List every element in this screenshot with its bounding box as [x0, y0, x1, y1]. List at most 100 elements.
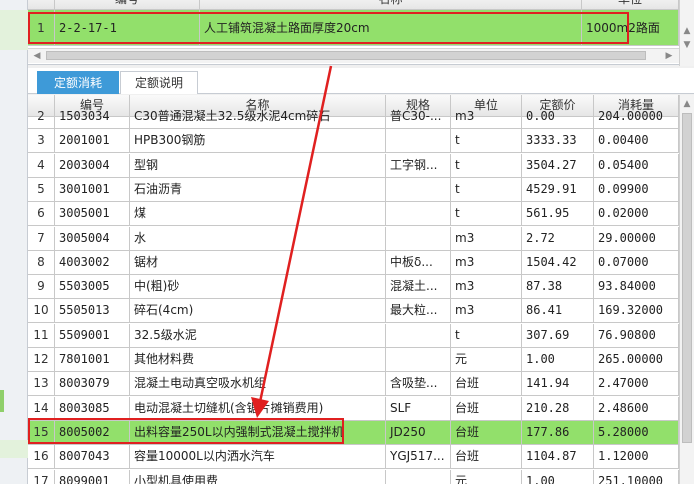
table-row[interactable]: 4 2003004 型钢 工字钢... t 3504.27 0.05400	[28, 153, 679, 178]
table-row[interactable]: 17 8099001 小型机具使用费 元 1.00 251.10000	[28, 469, 679, 484]
row-unit[interactable]: 台班	[451, 445, 522, 470]
row-unit[interactable]: 元	[451, 348, 522, 372]
row-qty[interactable]: 0.05400	[594, 153, 679, 178]
row-spec[interactable]	[386, 469, 451, 484]
row-name[interactable]: 石油沥青	[130, 177, 386, 202]
tab-quota-description[interactable]: 定额说明	[120, 71, 198, 94]
row-qty[interactable]: 265.00000	[594, 348, 679, 372]
row-price[interactable]: 0.00	[522, 105, 594, 129]
row-unit[interactable]: m3	[451, 226, 522, 251]
row-code[interactable]: 8003085	[55, 396, 130, 421]
table-row[interactable]: 3 2001001 HPB300钢筋 t 3333.33 0.00400	[28, 129, 679, 154]
row-name[interactable]: 32.5级水泥	[130, 323, 386, 348]
row-price[interactable]: 3333.33	[522, 129, 594, 154]
row-price[interactable]: 1.00	[522, 469, 594, 484]
table-row[interactable]: 16 8007043 容量10000L以内洒水汽车 YGJ517... 台班 1104.8…	[28, 445, 679, 470]
row-unit[interactable]: m3	[451, 250, 522, 275]
row-spec[interactable]	[386, 226, 451, 251]
scroll-up-icon[interactable]: ▲	[680, 97, 694, 111]
row-unit[interactable]: 元	[451, 469, 522, 484]
row-qty[interactable]: 93.84000	[594, 275, 679, 300]
row-spec[interactable]: 工字钢...	[386, 153, 451, 178]
row-qty[interactable]: 0.07000	[594, 250, 679, 275]
top-vertical-scrollbar[interactable]: ▲ ▼	[679, 0, 694, 66]
row-code[interactable]: 5509001	[55, 323, 130, 348]
row-unit[interactable]: m3	[451, 299, 522, 324]
row-qty[interactable]: 204.00000	[594, 105, 679, 129]
row-unit[interactable]: 台班	[451, 396, 522, 421]
row-unit[interactable]: t	[451, 177, 522, 202]
row-spec[interactable]	[386, 129, 451, 154]
row-unit[interactable]: t	[451, 323, 522, 348]
row-qty[interactable]: 2.48600	[594, 396, 679, 421]
top-header-unit[interactable]: 单位	[582, 0, 679, 10]
row-qty[interactable]: 76.90800	[594, 323, 679, 348]
row-code[interactable]: 3001001	[55, 177, 130, 202]
row-code[interactable]: 5505013	[55, 299, 130, 324]
row-unit[interactable]: t	[451, 153, 522, 178]
row-qty[interactable]: 0.00400	[594, 129, 679, 154]
row-name[interactable]: 中(粗)砂	[130, 275, 386, 300]
row-spec[interactable]: 含吸垫...	[386, 372, 451, 397]
row-code[interactable]: 4003002	[55, 250, 130, 275]
row-unit[interactable]: m3	[451, 105, 522, 129]
row-spec[interactable]	[386, 177, 451, 202]
row-spec[interactable]: 普C30-...	[386, 105, 451, 129]
row-code[interactable]: 2003004	[55, 153, 130, 178]
scroll-thumb[interactable]	[682, 113, 692, 443]
row-qty[interactable]: 251.10000	[594, 469, 679, 484]
row-code[interactable]: 8003079	[55, 372, 130, 397]
table-row[interactable]: 11 5509001 32.5级水泥 t 307.69 76.90800	[28, 323, 679, 348]
row-price[interactable]: 1104.87	[522, 445, 594, 470]
row-code[interactable]: 8007043	[55, 445, 130, 470]
top-header-code[interactable]: 编号	[55, 0, 200, 10]
row-code[interactable]: 8099001	[55, 469, 130, 484]
row-price[interactable]: 1.00	[522, 348, 594, 372]
row-spec[interactable]: JD250	[386, 420, 451, 445]
row-code[interactable]: 5503005	[55, 275, 130, 300]
row-code[interactable]: 2001001	[55, 129, 130, 154]
row-spec[interactable]: 最大粒...	[386, 299, 451, 324]
row-price[interactable]: 87.38	[522, 275, 594, 300]
row-spec[interactable]: 混凝土...	[386, 275, 451, 300]
top-horizontal-scrollbar[interactable]: ◀ ▶	[28, 48, 679, 63]
row-price[interactable]: 86.41	[522, 299, 594, 324]
row-qty[interactable]: 1.12000	[594, 445, 679, 470]
row-spec[interactable]: YGJ517...	[386, 445, 451, 470]
scroll-right-icon[interactable]: ▶	[662, 49, 676, 63]
row-code[interactable]: 3005001	[55, 202, 130, 227]
table-row[interactable]: 5 3001001 石油沥青 t 4529.91 0.09900	[28, 177, 679, 202]
table-row[interactable]: 14 8003085 电动混凝土切缝机(含锯片摊销费用) SLF 台班 210.28 2.4…	[28, 396, 679, 421]
row-unit[interactable]: t	[451, 129, 522, 154]
row-name[interactable]: 其他材料费	[130, 348, 386, 372]
row-name[interactable]: 水	[130, 226, 386, 251]
row-name[interactable]: 型钢	[130, 153, 386, 178]
row-price[interactable]: 4529.91	[522, 177, 594, 202]
row-name[interactable]: HPB300钢筋	[130, 129, 386, 154]
table-row[interactable]: 7 3005004 水 m3 2.72 29.00000	[28, 226, 679, 251]
tab-quota-consumption[interactable]: 定额消耗	[37, 71, 119, 94]
table-row[interactable]: 13 8003079 混凝土电动真空吸水机组 含吸垫... 台班 141.94 2.4700…	[28, 372, 679, 397]
row-price[interactable]: 561.95	[522, 202, 594, 227]
row-spec[interactable]: SLF	[386, 396, 451, 421]
row-name[interactable]: 容量10000L以内洒水汽车	[130, 445, 386, 470]
row-name[interactable]: 煤	[130, 202, 386, 227]
row-spec[interactable]	[386, 348, 451, 372]
row-price[interactable]: 2.72	[522, 226, 594, 251]
table-row[interactable]: 9 5503005 中(粗)砂 混凝土... m3 87.38 93.84000	[28, 275, 679, 300]
row-price[interactable]: 3504.27	[522, 153, 594, 178]
row-qty[interactable]: 0.02000	[594, 202, 679, 227]
row-qty[interactable]: 2.47000	[594, 372, 679, 397]
row-spec[interactable]: 中板δ...	[386, 250, 451, 275]
row-qty[interactable]: 169.32000	[594, 299, 679, 324]
row-name[interactable]: 电动混凝土切缝机(含锯片摊销费用)	[130, 396, 386, 421]
row-spec[interactable]	[386, 202, 451, 227]
bottom-vertical-scrollbar[interactable]: ▲	[679, 95, 694, 484]
row-price[interactable]: 307.69	[522, 323, 594, 348]
row-unit[interactable]: m3	[451, 275, 522, 300]
row-unit[interactable]: 台班	[451, 372, 522, 397]
row-qty[interactable]: 0.09900	[594, 177, 679, 202]
table-row[interactable]: 6 3005001 煤 t 561.95 0.02000	[28, 202, 679, 227]
row-code[interactable]: 3005004	[55, 226, 130, 251]
row-unit[interactable]: t	[451, 202, 522, 227]
